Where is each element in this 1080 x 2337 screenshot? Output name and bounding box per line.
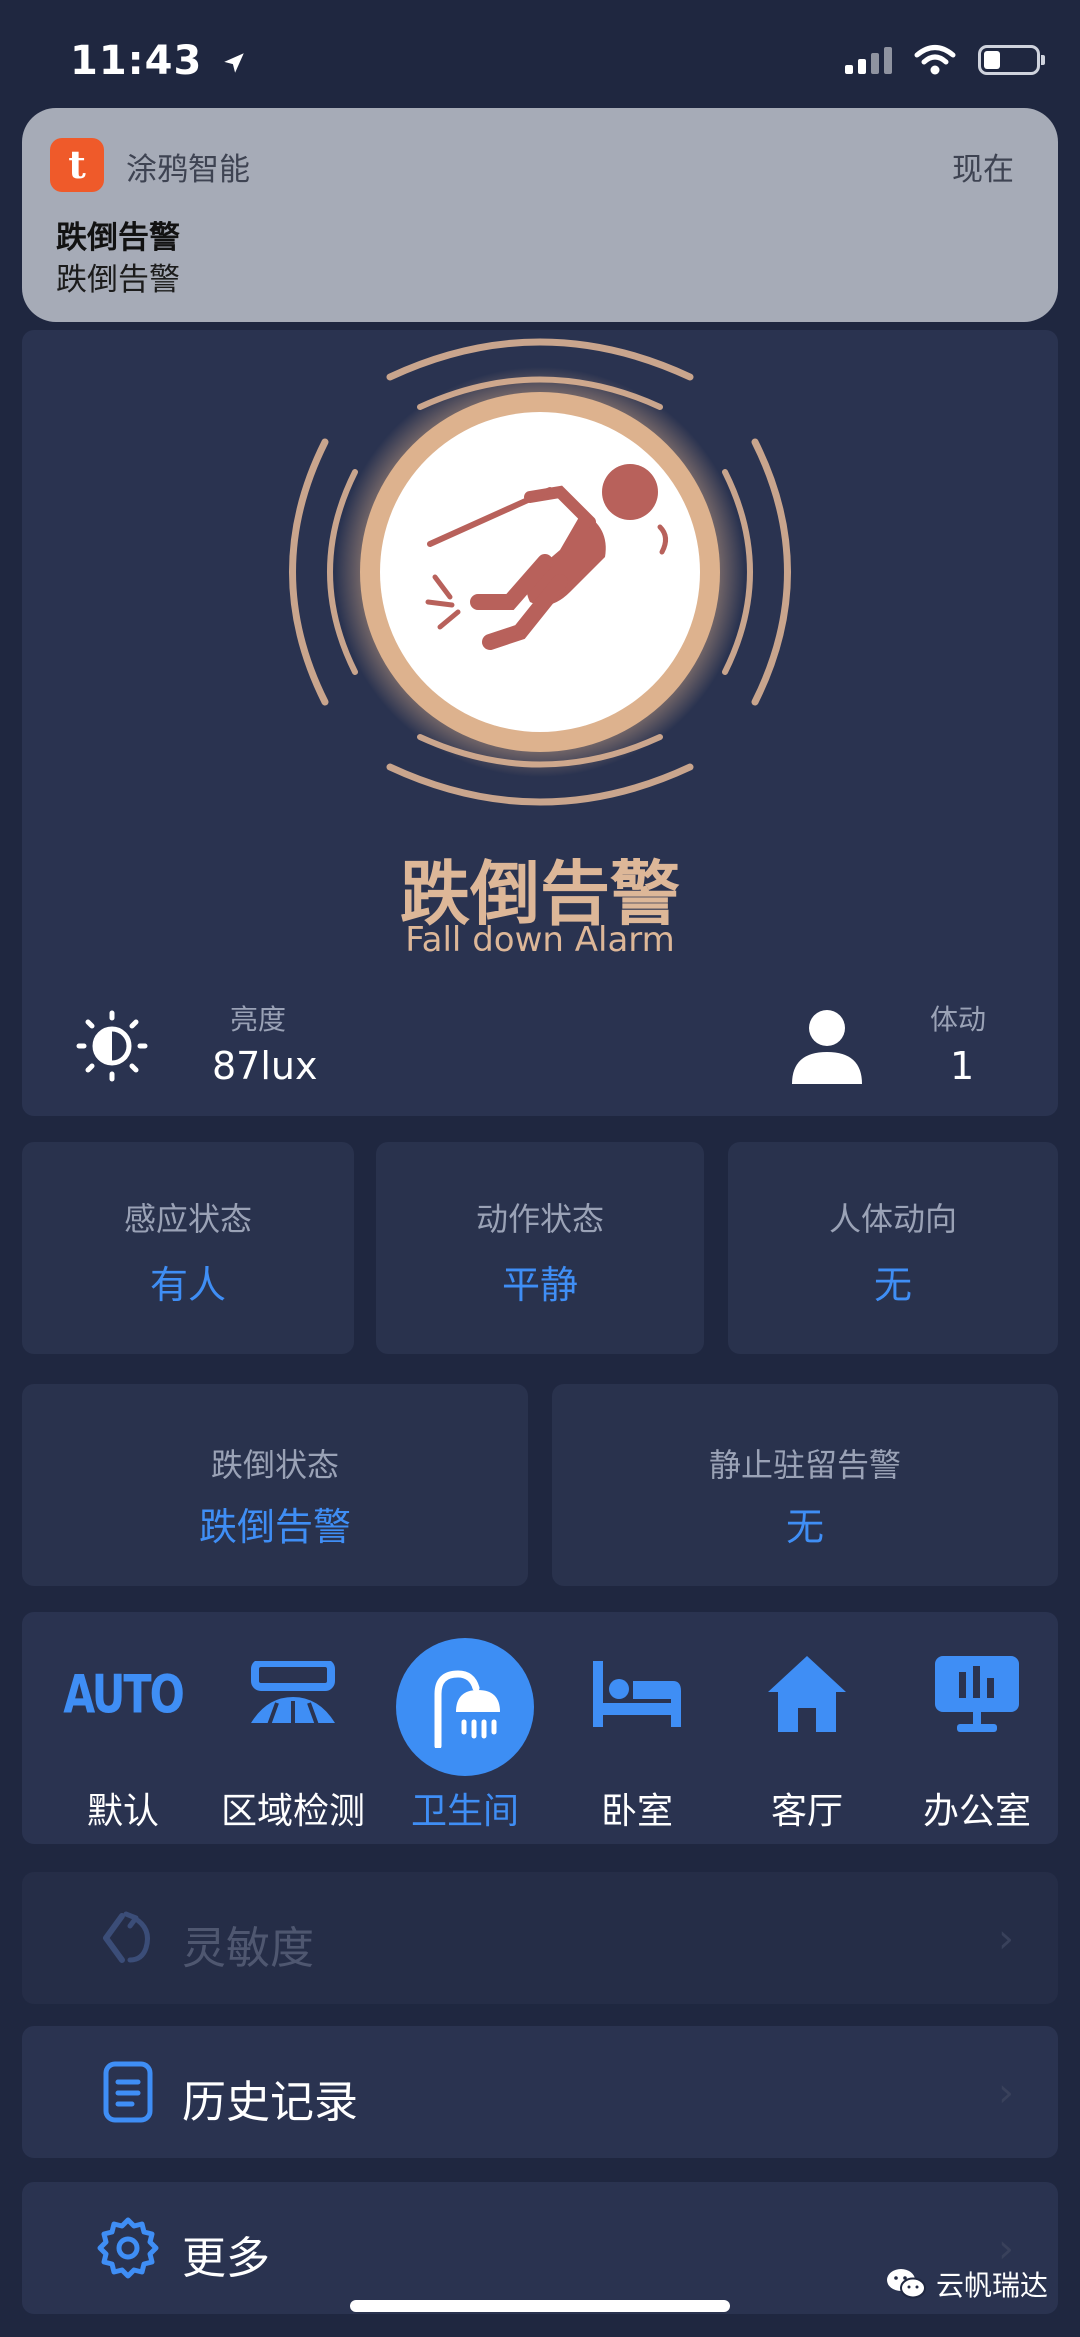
history-row[interactable]: 历史记录 › xyxy=(22,2026,1058,2158)
brightness-icon xyxy=(76,1010,148,1082)
watermark-text: 云帆瑞达 xyxy=(935,2269,1048,2302)
chevron-right-icon: › xyxy=(998,2070,1014,2116)
sensitivity-icon xyxy=(103,1911,150,1963)
radar-icon xyxy=(243,1644,343,1744)
tile-label: 跌倒状态 xyxy=(210,1446,339,1484)
brightness-label: 亮度 xyxy=(230,1003,287,1036)
mode-bathroom[interactable]: 卫生间 xyxy=(380,1612,550,1844)
tile-value: 有人 xyxy=(149,1263,226,1307)
tile-stationary-alarm: 静止驻留告警 无 xyxy=(552,1384,1058,1586)
mode-office[interactable]: 办公室 xyxy=(892,1612,1062,1844)
notification-time: 现在 xyxy=(952,152,1014,188)
alarm-subtitle: Fall down Alarm xyxy=(405,920,675,960)
tile-label: 动作状态 xyxy=(475,1200,604,1238)
monitor-icon xyxy=(927,1644,1027,1744)
auto-icon: AUTO xyxy=(63,1662,185,1726)
notification-app-name: 涂鸦智能 xyxy=(126,152,250,188)
notification-banner[interactable]: t 涂鸦智能 现在 跌倒告警 跌倒告警 xyxy=(22,108,1058,322)
gear-icon xyxy=(97,2217,159,2279)
tile-label: 人体动向 xyxy=(828,1200,957,1238)
mode-living-room[interactable]: 客厅 xyxy=(722,1612,892,1844)
person-icon xyxy=(792,1010,862,1084)
status-icons xyxy=(845,44,1045,76)
wechat-icon xyxy=(886,2269,926,2299)
status-time: 11:43 xyxy=(70,38,247,84)
tile-value: 无 xyxy=(785,1505,824,1549)
tile-fall-state: 跌倒状态 跌倒告警 xyxy=(22,1384,528,1586)
tile-value: 平静 xyxy=(501,1263,578,1307)
mode-default[interactable]: AUTO 默认 xyxy=(38,1612,208,1844)
notification-title: 跌倒告警 xyxy=(56,220,180,256)
mode-area-detection[interactable]: 区域检测 xyxy=(208,1612,378,1844)
sensitivity-label: 灵敏度 xyxy=(182,1923,314,1974)
location-arrow-icon xyxy=(224,53,245,73)
tile-value: 跌倒告警 xyxy=(198,1505,351,1549)
watermark: 云帆瑞达 xyxy=(886,2264,1048,2304)
sensitivity-row[interactable]: 灵敏度 › xyxy=(22,1872,1058,2004)
notification-body: 跌倒告警 xyxy=(56,262,180,298)
mode-label: 办公室 xyxy=(922,1791,1031,1832)
history-label: 历史记录 xyxy=(182,2077,358,2128)
motion-value: 1 xyxy=(950,1044,975,1088)
tile-label: 静止驻留告警 xyxy=(708,1446,901,1484)
more-label: 更多 xyxy=(182,2233,270,2284)
shower-icon xyxy=(396,1638,534,1776)
tile-sensing-state: 感应状态 有人 xyxy=(22,1142,354,1354)
wifi-icon xyxy=(914,45,956,75)
tuya-app-icon: t xyxy=(50,138,104,192)
mode-bedroom[interactable]: 卧室 xyxy=(552,1612,722,1844)
fall-alarm-illustration xyxy=(289,338,791,806)
home-indicator[interactable] xyxy=(350,2300,730,2312)
tile-label: 感应状态 xyxy=(123,1200,252,1238)
house-icon xyxy=(757,1644,857,1744)
tile-value: 无 xyxy=(873,1263,912,1307)
document-list-icon xyxy=(103,2061,153,2123)
tile-body-direction: 人体动向 无 xyxy=(728,1142,1058,1354)
signal-icon xyxy=(845,46,892,74)
tile-action-state: 动作状态 平静 xyxy=(376,1142,704,1354)
chevron-right-icon: › xyxy=(998,1916,1014,1962)
motion-label: 体动 xyxy=(930,1003,987,1036)
bed-icon xyxy=(587,1644,687,1744)
brightness-value: 87lux xyxy=(212,1044,318,1088)
scene-mode-bar: AUTO 默认 区域检测 卫生间 卧室 客厅 办公室 xyxy=(22,1612,1058,1844)
battery-icon xyxy=(978,45,1045,75)
